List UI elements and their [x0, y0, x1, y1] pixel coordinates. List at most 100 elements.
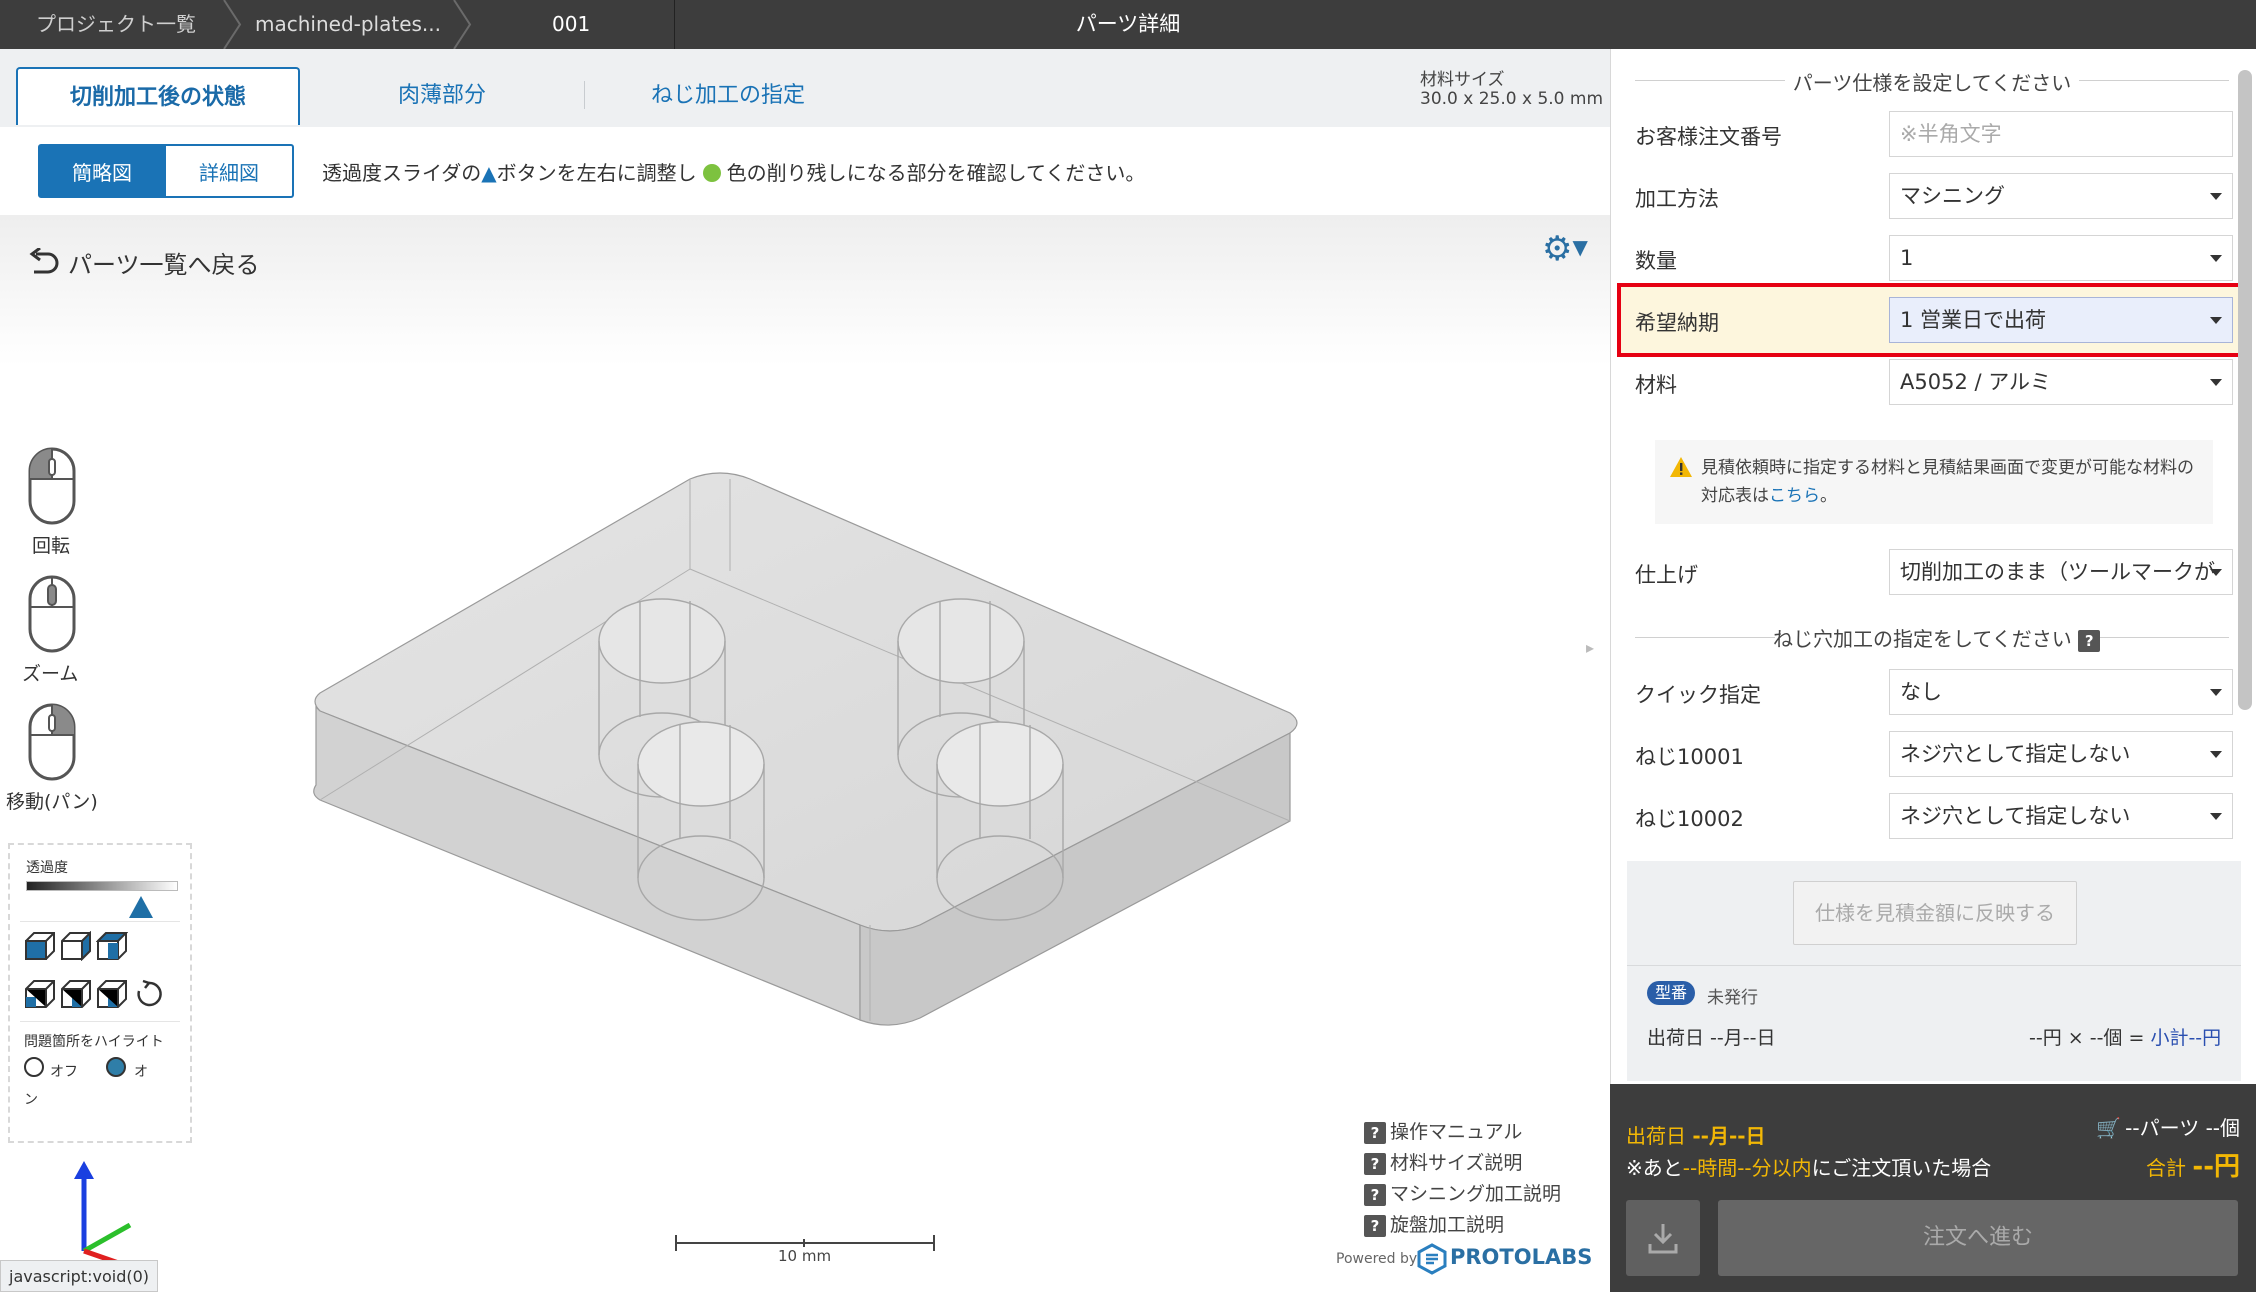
help-link-manual[interactable]: ? 操作マニュアル	[1364, 1117, 1522, 1144]
customer-order-placeholder: ※半角文字	[1900, 122, 2002, 146]
panel-collapse-tab[interactable]: ▸	[1576, 600, 1610, 700]
finish-value: 切削加工のまま（ツールマークが	[1900, 560, 2215, 584]
material-size-label: 材料サイズ	[1420, 70, 1505, 90]
delivery-select[interactable]: 1 営業日で出荷	[1889, 297, 2233, 343]
ship-date-prefix: 出荷日	[1626, 1124, 1693, 1148]
settings-gear-icon[interactable]: ⚙▼	[1542, 229, 1588, 269]
thread-section-header: ねじ穴加工の指定をしてください ?	[1773, 623, 2101, 652]
material-note-box: 見積依頼時に指定する材料と見積結果画面で変更が可能な材料の対応表はこちら。	[1655, 440, 2213, 524]
instruction-part1: 透過度スライダの	[322, 161, 482, 185]
back-link-label: パーツ一覧へ戻る	[68, 251, 260, 279]
finish-select[interactable]: 切削加工のまま（ツールマークが	[1889, 549, 2233, 595]
material-value: A5052 / アルミ	[1900, 370, 2052, 394]
download-button[interactable]	[1626, 1200, 1700, 1276]
delivery-value: 1 営業日で出荷	[1900, 308, 2047, 332]
question-icon: ?	[1364, 1153, 1386, 1175]
help-link-lathe[interactable]: ? 旋盤加工説明	[1364, 1210, 1504, 1237]
browser-status-url: javascript:void(0)	[0, 1260, 159, 1292]
parts-count: 🛒 --パーツ --個	[2096, 1112, 2240, 1141]
summary-calculation: --円 × --個 = 小計--円	[2029, 1023, 2221, 1050]
process-select[interactable]: マシニング	[1889, 173, 2233, 219]
calc-formula: --円 × --個 =	[2029, 1027, 2151, 1049]
page-title: パーツ詳細	[1075, 12, 1181, 36]
process-label: 加工方法	[1635, 187, 1719, 211]
view-cube-side-icon[interactable]	[60, 931, 92, 961]
dropdown-caret-icon	[2210, 379, 2222, 386]
protolabs-brand: PROTOLABS	[1450, 1245, 1593, 1269]
highlight-off-radio[interactable]	[24, 1057, 44, 1077]
mouse-right-click-icon	[28, 703, 76, 781]
highlight-off-label: オフ	[50, 1064, 78, 1080]
green-dot-icon	[702, 164, 721, 182]
instruction-part3: 色の削り残しになる部分を確認してください。	[726, 161, 1146, 185]
quick-spec-select[interactable]: なし	[1889, 669, 2233, 715]
view-tools-panel: 透過度 問題箇所をハイライト オフ オ ン	[8, 843, 192, 1143]
thread-10002-value: ネジ穴として指定しない	[1900, 804, 2131, 828]
tab-machined-state[interactable]: 切削加工後の状態	[16, 67, 300, 125]
thread-10001-select[interactable]: ネジ穴として指定しない	[1889, 731, 2233, 777]
warning-icon	[1670, 457, 1692, 477]
order-bar: 出荷日 --月--日 ※あと--時間--分以内にご注文頂いた場合 🛒 --パーツ …	[1610, 1084, 2256, 1292]
deadline-prefix: ※あと	[1626, 1156, 1683, 1180]
question-icon: ?	[1364, 1215, 1386, 1237]
dropdown-caret-icon	[2210, 193, 2222, 200]
view-toggle-row: 簡略図 詳細図 透過度スライダの▲ボタンを左右に調整し 色の削り残しになる部分を確…	[0, 127, 1610, 215]
divider	[2095, 637, 2229, 638]
question-icon[interactable]: ?	[2078, 630, 2101, 652]
calc-subtotal: 小計--円	[2150, 1027, 2222, 1049]
instruction-text: 透過度スライダの▲ボタンを左右に調整し 色の削り残しになる部分を確認してください。	[322, 157, 1145, 186]
reflect-spec-button[interactable]: 仕様を見積金額に反映する	[1793, 881, 2077, 945]
spec-panel: パーツ仕様を設定してください お客様注文番号 ※半角文字 加工方法 マシニング …	[1610, 49, 2256, 1084]
download-icon	[1648, 1224, 1678, 1254]
powered-by-label: Powered by	[1336, 1251, 1418, 1267]
panel-scrollbar[interactable]	[2238, 70, 2252, 710]
help-link-machining[interactable]: ? マシニング加工説明	[1364, 1179, 1561, 1206]
quick-spec-value: なし	[1900, 680, 1942, 704]
deadline-value: --時間--分以内	[1682, 1156, 1812, 1180]
help-link-label: 旋盤加工説明	[1390, 1214, 1505, 1236]
quick-spec-label: クイック指定	[1635, 683, 1761, 707]
top-bar: プロジェクト一覧 machined-plates... 001 パーツ詳細	[0, 0, 2256, 49]
view-cube-bottom-icon[interactable]	[96, 979, 128, 1009]
mouse-wheel-icon	[28, 575, 76, 653]
highlight-on-radio[interactable]	[106, 1057, 126, 1077]
view-cube-left-icon[interactable]	[60, 979, 92, 1009]
material-label: 材料	[1635, 373, 1677, 397]
3d-viewer[interactable]: パーツ一覧へ戻る ⚙▼ 回転 ズーム 移動(パン) 透過度 問題箇所をハイライト…	[0, 215, 1610, 1292]
tab-divider	[584, 81, 585, 109]
proceed-to-order-button[interactable]: 注文へ進む	[1718, 1200, 2238, 1276]
view-cube-back-icon[interactable]	[24, 979, 56, 1009]
back-to-parts-link[interactable]: パーツ一覧へ戻る	[28, 245, 260, 280]
customer-order-label: お客様注文番号	[1635, 125, 1782, 149]
dropdown-caret-icon	[2210, 255, 2222, 262]
help-link-material-size[interactable]: ? 材料サイズ説明	[1364, 1148, 1522, 1175]
material-select[interactable]: A5052 / アルミ	[1889, 359, 2233, 405]
tab-thread-spec[interactable]: ねじ加工の指定	[590, 67, 866, 125]
deadline-suffix: にご注文頂いた場合	[1811, 1156, 1992, 1180]
divider	[20, 921, 180, 922]
customer-order-input[interactable]: ※半角文字	[1889, 111, 2233, 157]
quote-summary-box: 仕様を見積金額に反映する 型番 未発行 出荷日 --月--日 --円 × --個…	[1627, 861, 2241, 1081]
view-cube-front-icon[interactable]	[24, 931, 56, 961]
3d-part-model[interactable]	[300, 445, 1320, 1105]
dropdown-caret-icon	[2210, 689, 2222, 696]
breadcrumb-file[interactable]: machined-plates...	[255, 0, 441, 49]
total-value: --円	[2192, 1152, 2240, 1182]
quantity-value: 1	[1900, 246, 1914, 270]
view-cube-top-icon[interactable]	[96, 931, 128, 961]
breadcrumb-project-list[interactable]: プロジェクト一覧	[36, 0, 196, 49]
slider-triangle-icon: ▲	[481, 161, 497, 185]
quantity-select[interactable]: 1	[1889, 235, 2233, 281]
thread-header-label: ねじ穴加工の指定をしてください	[1773, 627, 2072, 651]
question-icon: ?	[1364, 1184, 1386, 1206]
material-table-link[interactable]: こちら	[1769, 486, 1820, 506]
transparency-slider-handle[interactable]	[129, 896, 153, 918]
simple-view-button[interactable]: 簡略図	[38, 144, 166, 198]
tab-thin-wall[interactable]: 肉薄部分	[300, 67, 584, 125]
reset-view-icon[interactable]	[134, 979, 164, 1009]
cart-icon: 🛒	[2096, 1116, 2122, 1140]
transparency-slider[interactable]	[26, 881, 178, 918]
help-link-label: マシニング加工説明	[1390, 1183, 1562, 1205]
thread-10002-select[interactable]: ネジ穴として指定しない	[1889, 793, 2233, 839]
detail-view-button[interactable]: 詳細図	[164, 144, 294, 198]
